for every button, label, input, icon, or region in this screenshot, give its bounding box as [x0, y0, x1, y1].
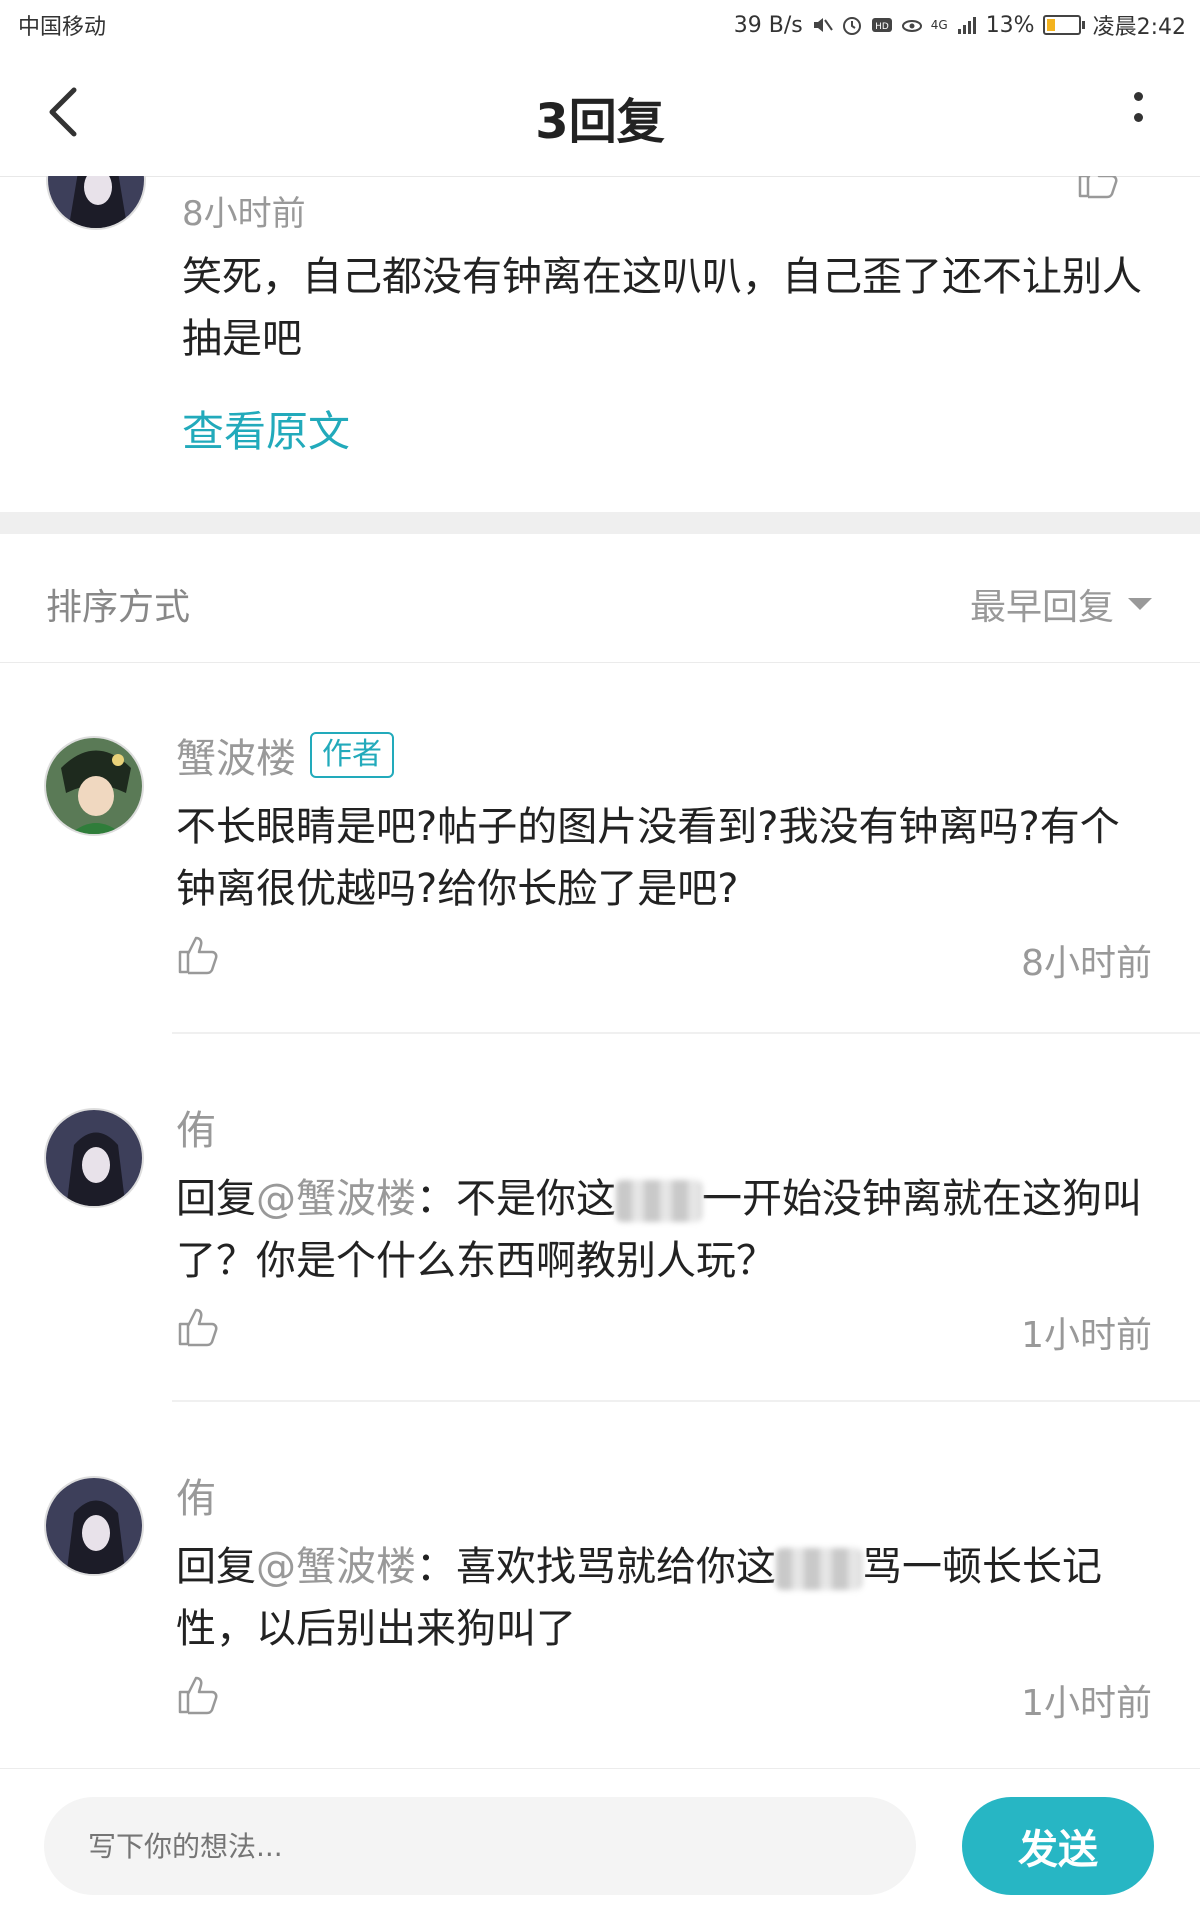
- page-title: 3回复: [535, 94, 665, 150]
- top-bar: 3回复: [0, 52, 1200, 177]
- username[interactable]: 侑: [176, 1466, 216, 1524]
- reply-time: 1小时前: [1021, 1315, 1152, 1356]
- author-badge: 作者: [310, 732, 394, 778]
- eye-icon: [901, 20, 922, 32]
- more-dot-icon: [1133, 92, 1143, 101]
- thumbs-up-icon[interactable]: [176, 1672, 220, 1716]
- reply-text: 回复@蟹波楼：不是你这 一开始没钟离就在这狗叫了？你是个什么东西啊教别人玩？: [176, 1168, 1156, 1292]
- network-speed: 39 B/s: [733, 12, 803, 38]
- alarm-icon: [842, 17, 861, 35]
- mute-icon: [813, 18, 833, 32]
- hd-icon: HD: [871, 18, 892, 32]
- clock: 凌晨2:42: [1092, 15, 1186, 40]
- battery-icon: [1042, 15, 1085, 35]
- status-bar: 中国移动 39 B/s HD 4G 13% 凌晨2:42: [0, 0, 1200, 50]
- reply-prefix: 回复: [176, 1544, 256, 1590]
- thumbs-up-icon[interactable]: [176, 1304, 220, 1348]
- signal-icon: [957, 17, 976, 34]
- reply-item: 蟹波楼 作者 不长眼睛是吧?帖子的图片没看到?我没有钟离吗?有个钟离很优越吗?给…: [0, 662, 1200, 1034]
- reply-text-part: ：喜欢找骂就给你这: [416, 1544, 776, 1590]
- more-button[interactable]: [1128, 92, 1148, 142]
- reply-author: 侑: [176, 1098, 216, 1156]
- avatar-image: [46, 1478, 142, 1574]
- carrier-label: 中国移动: [18, 15, 107, 40]
- sort-selected-value: 最早回复: [969, 587, 1114, 628]
- mention-link[interactable]: @蟹波楼: [256, 1176, 416, 1222]
- more-dot-icon: [1133, 113, 1143, 122]
- caret-down-icon: [1128, 598, 1152, 610]
- reply-item: 侑 回复@蟹波楼：不是你这 一开始没钟离就在这狗叫了？你是个什么东西啊教别人玩？ …: [0, 1034, 1200, 1402]
- svg-text:HD: HD: [875, 22, 889, 32]
- avatar[interactable]: [46, 176, 146, 230]
- avatar-image: [46, 1110, 142, 1206]
- reply-time: 8小时前: [1021, 943, 1152, 984]
- mention-link[interactable]: @蟹波楼: [256, 1544, 416, 1590]
- reply-text-part: ：不是你这: [416, 1176, 616, 1222]
- comment-input-bar: 发送: [0, 1768, 1200, 1921]
- reply-prefix: 回复: [176, 1176, 256, 1222]
- sort-dropdown[interactable]: 最早回复: [970, 578, 1152, 630]
- sort-label: 排序方式: [46, 587, 191, 628]
- status-icons: 39 B/s HD 4G 13% 凌晨2:42: [734, 9, 1200, 41]
- reply-author: 侑: [176, 1466, 216, 1524]
- username[interactable]: 侑: [176, 1098, 216, 1156]
- comment-time: 8小时前: [182, 194, 306, 234]
- sort-bar: 排序方式 最早回复: [0, 534, 1200, 663]
- censored-blur: [776, 1548, 862, 1590]
- avatar[interactable]: [44, 1476, 144, 1576]
- network-type: 4G: [930, 18, 948, 32]
- comment-input[interactable]: [44, 1797, 916, 1895]
- avatar-image: [46, 738, 142, 834]
- thumbs-up-icon[interactable]: [1076, 176, 1120, 200]
- view-original-link[interactable]: 查看原文: [182, 398, 350, 459]
- reply-text: 不长眼睛是吧?帖子的图片没看到?我没有钟离吗?有个钟离很优越吗?给你长脸了是吧?: [176, 804, 1120, 912]
- parent-comment: 8小时前 笑死，自己都没有钟离在这叭叭，自己歪了还不让别人抽是吧 查看原文: [0, 176, 1200, 512]
- comment-text: 笑死，自己都没有钟离在这叭叭，自己歪了还不让别人抽是吧: [182, 254, 1142, 362]
- avatar[interactable]: [44, 736, 144, 836]
- send-button[interactable]: 发送: [962, 1797, 1154, 1895]
- section-divider: [0, 512, 1200, 534]
- reply-text: 回复@蟹波楼：喜欢找骂就给你这 骂一顿长长记性，以后别出来狗叫了: [176, 1536, 1156, 1660]
- censored-blur: [616, 1180, 702, 1222]
- reply-item: 侑 回复@蟹波楼：喜欢找骂就给你这 骂一顿长长记性，以后别出来狗叫了 1小时前: [0, 1402, 1200, 1768]
- thumbs-up-icon[interactable]: [176, 932, 220, 976]
- battery-percent: 13%: [985, 12, 1035, 38]
- username[interactable]: 蟹波楼: [176, 726, 296, 784]
- avatar-image: [48, 176, 144, 228]
- reply-time: 1小时前: [1021, 1683, 1152, 1724]
- avatar[interactable]: [44, 1108, 144, 1208]
- reply-author: 蟹波楼 作者: [176, 726, 394, 784]
